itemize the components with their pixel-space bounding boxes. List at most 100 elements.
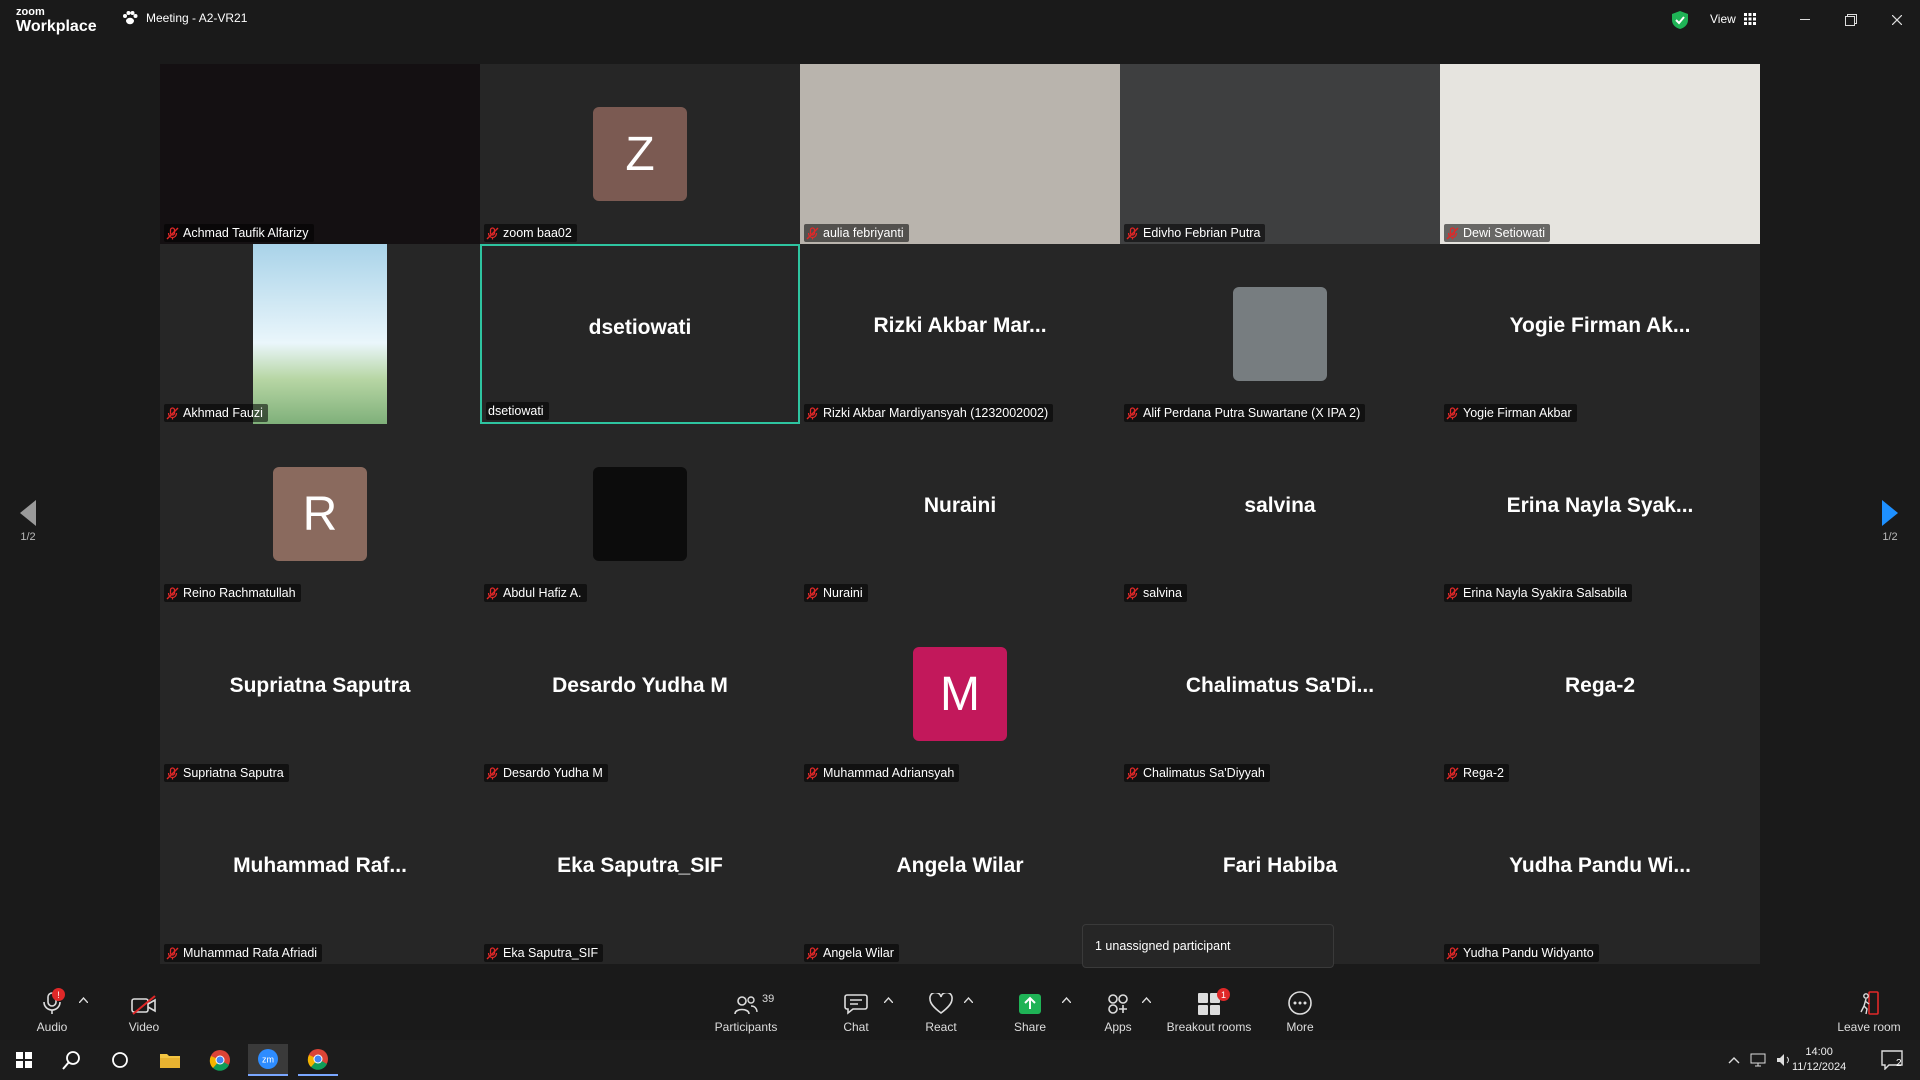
volume-icon[interactable] [1776,1053,1792,1067]
participant-display-name: Nuraini [923,494,997,517]
logo-line2: Workplace [16,18,97,35]
camera-off-icon [131,995,156,1015]
participant-tile[interactable]: aulia febriyanti [800,64,1120,244]
participant-display-name: Angela Wilar [896,854,1024,877]
participant-tile[interactable]: salvina salvina [1120,424,1440,604]
avatar-letter: M [940,667,980,721]
profile-picture [593,467,687,561]
participant-tile[interactable]: Erina Nayla Syak... Erina Nayla Syakira S… [1440,424,1760,604]
participant-tile[interactable]: Alif Perdana Putra Suwartane (X IPA 2) [1120,244,1440,424]
participant-tile[interactable]: Akhmad Fauzi [160,244,480,424]
participant-tile[interactable]: dsetiowati dsetiowati [480,244,800,424]
participant-name: Muhammad Adriansyah [823,766,955,780]
view-button[interactable]: View [1710,12,1756,26]
participant-tile[interactable]: Supriatna Saputra Supriatna Saputra [160,604,480,784]
participant-tile[interactable]: Angela Wilar Angela Wilar [800,784,1120,964]
participant-tile[interactable]: Edivho Febrian Putra [1120,64,1440,244]
audio-options-caret[interactable] [78,994,89,1006]
participant-tile[interactable]: Rizki Akbar Mar... Rizki Akbar Mardiyansy… [800,244,1120,424]
participant-name-label: salvina [1124,584,1187,602]
share-button[interactable]: Share [1013,980,1047,1040]
participant-name-label: Dewi Setiowati [1444,224,1550,242]
participant-name-label: Erina Nayla Syakira Salsabila [1444,584,1632,602]
chat-button[interactable]: Chat [838,980,874,1040]
video-button[interactable]: Video [124,980,164,1040]
network-icon[interactable] [1750,1053,1766,1067]
chrome-button[interactable] [200,1044,240,1076]
notification-count: 2 [1896,1058,1902,1069]
mic-muted-icon [486,226,499,239]
participant-tile[interactable]: Abdul Hafiz A. [480,424,800,604]
react-options-caret[interactable] [963,994,974,1006]
chevron-right-icon [1882,500,1898,526]
mic-muted-icon [1126,586,1139,599]
profile-picture [1233,287,1327,381]
video-feed [800,64,1120,244]
leave-room-button[interactable]: Leave room [1836,980,1902,1040]
react-button[interactable]: React [922,980,960,1040]
participant-name: dsetiowati [488,404,544,418]
mic-muted-icon [166,406,179,419]
restore-button[interactable] [1831,8,1871,32]
participant-tile[interactable]: Dewi Setiowati [1440,64,1760,244]
mic-muted-icon [166,946,179,959]
clock-time: 14:00 [1805,1046,1833,1058]
participant-name: Alif Perdana Putra Suwartane (X IPA 2) [1143,406,1361,420]
participant-tile[interactable]: Muhammad Raf... Muhammad Rafa Afriadi [160,784,480,964]
participant-display-name: dsetiowati [588,316,692,339]
page-next[interactable]: 1/2 [1880,498,1900,543]
cortana-button[interactable] [100,1044,140,1076]
apps-button[interactable]: Apps [1102,980,1134,1040]
participant-tile[interactable]: M Muhammad Adriansyah [800,604,1120,784]
system-tray [1728,1040,1792,1080]
close-button[interactable] [1877,8,1917,32]
participant-tile[interactable]: Achmad Taufik Alfarizy [160,64,480,244]
participant-tile[interactable]: Nuraini Nuraini [800,424,1120,604]
mic-muted-icon [1446,406,1459,419]
start-button[interactable] [4,1044,44,1076]
participant-tile[interactable]: Eka Saputra_SIF Eka Saputra_SIF [480,784,800,964]
minimize-button[interactable] [1785,8,1825,32]
participant-name: Akhmad Fauzi [183,406,263,420]
video-feed [1120,64,1440,244]
profile-picture [253,244,387,424]
shield-check-icon[interactable] [1672,11,1688,29]
participant-tile[interactable]: Yogie Firman Ak... Yogie Firman Akbar [1440,244,1760,424]
search-button[interactable] [52,1044,92,1076]
search-icon [62,1051,80,1070]
participants-button[interactable]: Participants 39 [708,980,784,1040]
windows-taskbar: zm 14:00 11/12/2024 2 [0,1040,1920,1080]
audio-button[interactable]: Audio ! [30,980,74,1040]
participant-display-name: Erina Nayla Syak... [1506,494,1694,517]
unassigned-popup[interactable]: 1 unassigned participant [1082,924,1334,968]
chat-options-caret[interactable] [883,994,894,1006]
close-icon [1892,15,1902,25]
participant-tile[interactable]: Yudha Pandu Wi... Yudha Pandu Widyanto [1440,784,1760,964]
more-button[interactable]: More [1282,980,1318,1040]
breakout-rooms-button[interactable]: Breakout rooms 1 [1166,980,1252,1040]
participant-name: Angela Wilar [823,946,894,960]
participant-tile[interactable]: Chalimatus Sa'Di... Chalimatus Sa'Diyyah [1120,604,1440,784]
zoom-taskbar-button[interactable]: zm [248,1044,288,1076]
participant-name: Nuraini [823,586,863,600]
participant-tile[interactable]: Desardo Yudha M Desardo Yudha M [480,604,800,784]
participant-name-label: Desardo Yudha M [484,764,608,782]
page-prev[interactable]: 1/2 [18,498,38,543]
apps-options-caret[interactable] [1141,994,1152,1006]
chevron-up-icon[interactable] [1728,1056,1740,1064]
participant-tile[interactable]: Rega-2 Rega-2 [1440,604,1760,784]
participant-tile[interactable]: R Reino Rachmatullah [160,424,480,604]
meeting-info[interactable]: Meeting - A2-VR21 [122,11,247,25]
participant-display-name: salvina [1244,494,1316,517]
chevron-up-icon [1141,996,1152,1004]
participant-name: Rizki Akbar Mardiyansyah (1232002002) [823,406,1049,420]
chrome-profile-button[interactable] [298,1044,338,1076]
file-explorer-button[interactable] [150,1044,190,1076]
participant-tile[interactable]: Zzoom baa02 [480,64,800,244]
system-clock[interactable]: 14:00 11/12/2024 [1792,1045,1846,1075]
notification-center-button[interactable]: 2 [1872,1044,1912,1076]
mic-muted-icon [1446,586,1459,599]
share-options-caret[interactable] [1061,994,1072,1006]
participant-display-name: Desardo Yudha M [552,674,728,697]
chevron-up-icon [78,996,89,1004]
